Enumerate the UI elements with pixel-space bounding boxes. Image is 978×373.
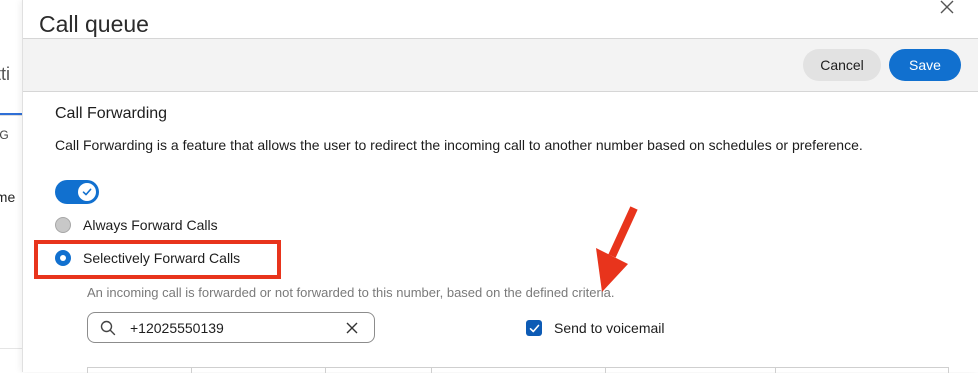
check-icon	[82, 188, 92, 196]
send-to-voicemail-option[interactable]: Send to voicemail	[526, 320, 665, 336]
call-forwarding-toggle[interactable]	[55, 180, 99, 204]
background-page: etti nt G eme	[0, 0, 24, 372]
action-bar: Cancel Save	[23, 38, 978, 92]
section-description: Call Forwarding is a feature that allows…	[55, 137, 863, 153]
table-column-divider	[431, 367, 432, 373]
annotation-highlight-box	[34, 240, 281, 279]
background-text: eme	[0, 189, 16, 205]
voicemail-checkbox[interactable]	[526, 320, 542, 336]
criteria-table-header	[87, 367, 949, 373]
background-text: nt G	[0, 128, 9, 142]
call-forwarding-section: Call Forwarding Call Forwarding is a fea…	[23, 93, 978, 373]
close-icon	[940, 0, 954, 14]
checkmark-icon	[529, 324, 539, 332]
clear-icon[interactable]	[346, 322, 358, 334]
table-column-divider	[325, 367, 326, 373]
toggle-knob	[78, 183, 96, 201]
forward-number-input[interactable]: +12025550139	[87, 312, 375, 343]
table-column-divider	[605, 367, 606, 373]
close-button[interactable]	[940, 0, 958, 18]
phone-number-value[interactable]: +12025550139	[130, 320, 346, 336]
always-forward-option[interactable]: Always Forward Calls	[55, 217, 218, 233]
table-column-divider	[775, 367, 776, 373]
radio-label: Always Forward Calls	[83, 217, 218, 233]
background-tab: etti	[0, 64, 11, 84]
background-divider	[0, 348, 24, 349]
table-column-divider	[191, 367, 192, 373]
search-icon	[100, 320, 116, 335]
save-button[interactable]: Save	[889, 49, 961, 81]
radio-button[interactable]	[55, 217, 71, 233]
cancel-button[interactable]: Cancel	[803, 49, 881, 81]
call-queue-modal: Call queue Cancel Save Call Forwarding C…	[22, 0, 978, 373]
annotation-arrow-icon	[596, 206, 638, 292]
voicemail-label: Send to voicemail	[554, 320, 665, 336]
section-title: Call Forwarding	[55, 105, 168, 122]
modal-title: Call queue	[39, 11, 149, 37]
background-divider	[0, 115, 24, 116]
forwarding-hint: An incoming call is forwarded or not for…	[87, 285, 615, 300]
